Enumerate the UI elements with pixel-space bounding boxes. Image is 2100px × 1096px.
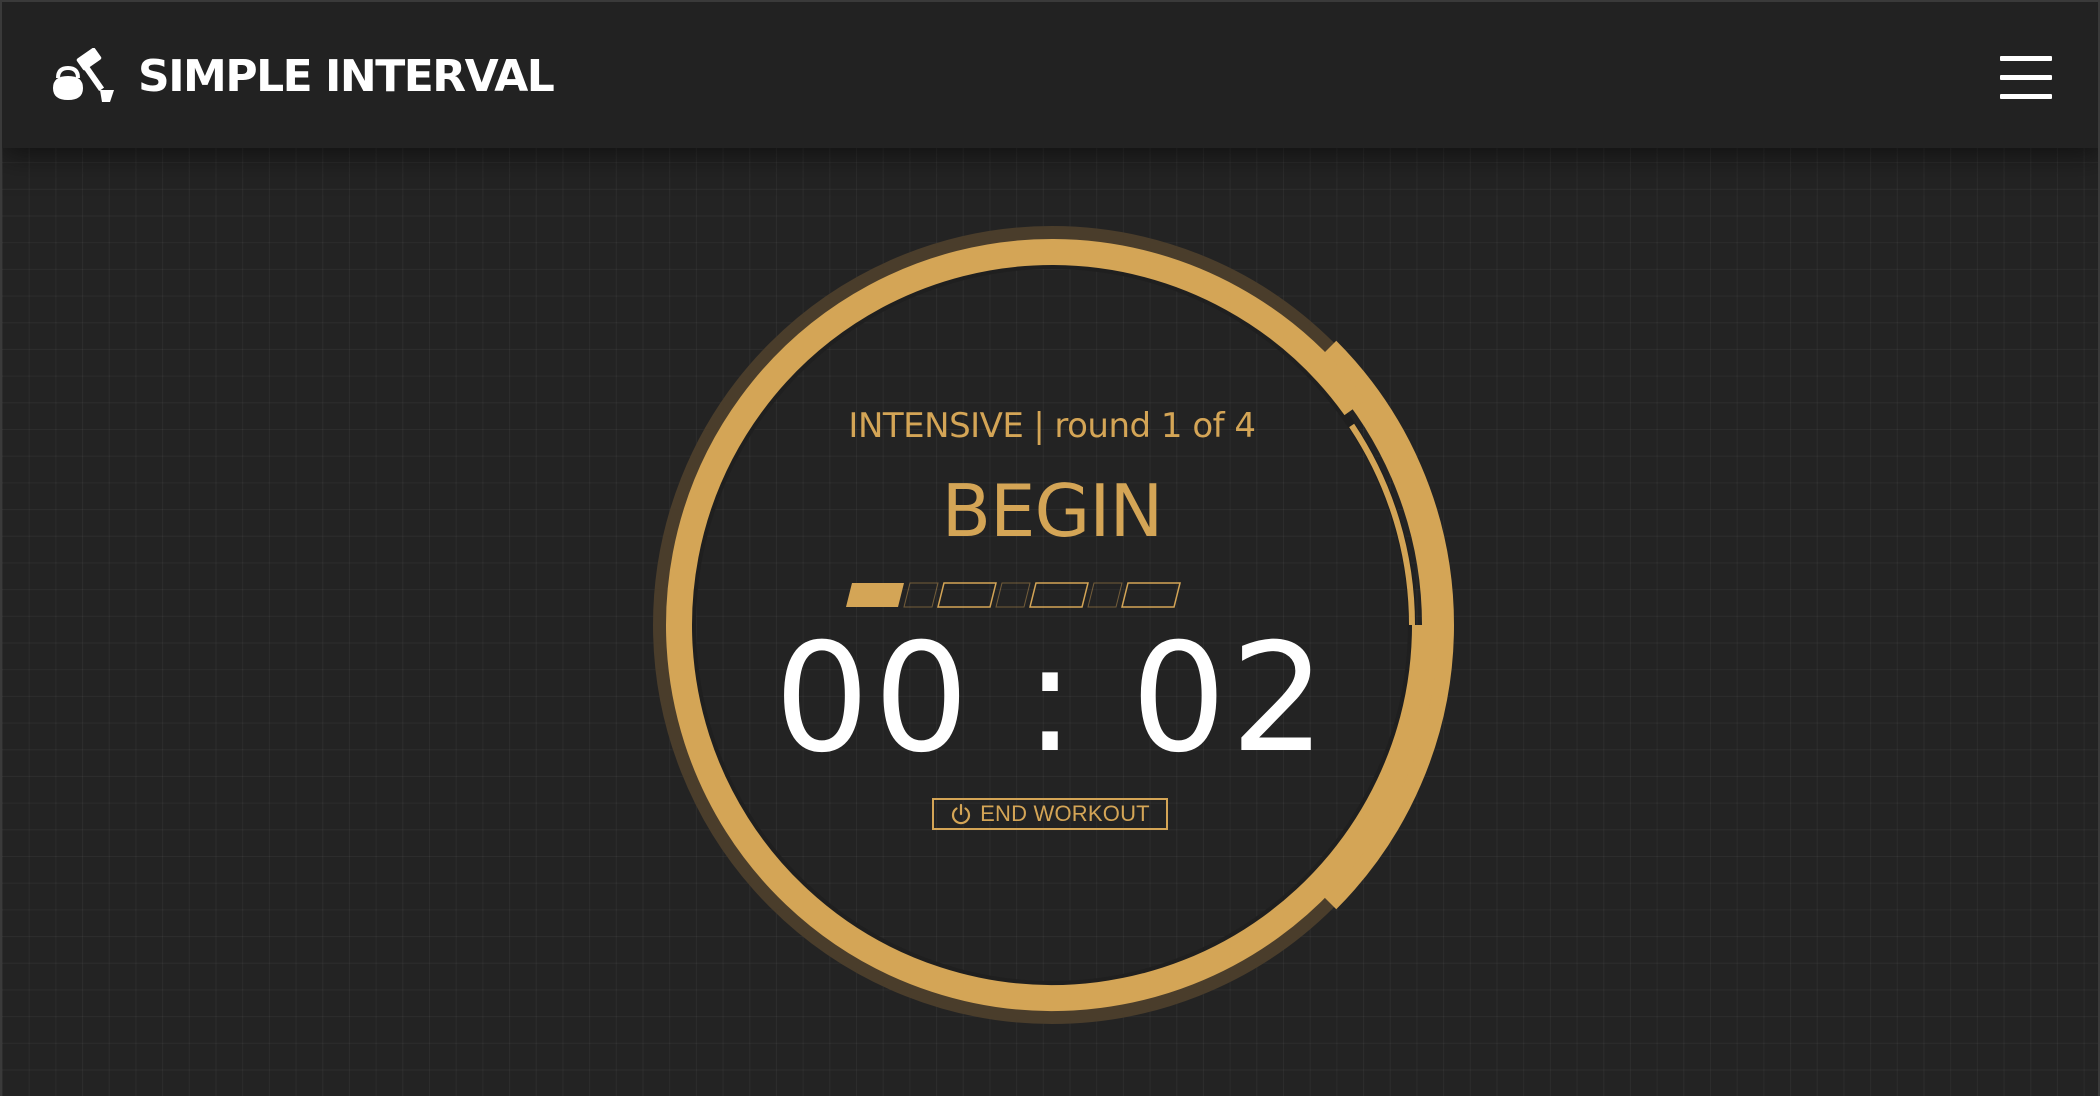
workout-info: INTENSIVE | round 1 of 4 [647, 406, 1457, 446]
app-page: SIMPLE INTERVAL INTENSIVE | round 1 of 4 B… [0, 0, 2100, 1096]
interval-segment [995, 582, 1031, 608]
interval-segment [1121, 582, 1181, 608]
interval-segments [846, 582, 1181, 608]
kettlebell-hammer-icon [53, 48, 114, 102]
info-separator: | [1033, 406, 1045, 446]
program-name: INTENSIVE [848, 406, 1024, 446]
phase-label: BEGIN [941, 469, 1164, 553]
brand-name: SIMPLE INTERVAL [138, 50, 555, 102]
end-workout-button[interactable]: END WORKOUT [932, 798, 1168, 830]
timer-dial: INTENSIVE | round 1 of 4 BEGIN 00 : 02 END… [647, 220, 1457, 1030]
interval-segment [937, 582, 997, 608]
interval-segment [846, 583, 904, 607]
end-workout-label: END WORKOUT [980, 801, 1150, 826]
power-icon [952, 803, 971, 825]
brand-link[interactable]: SIMPLE INTERVAL [50, 44, 555, 108]
hamburger-menu-icon[interactable] [2000, 54, 2052, 102]
top-navbar: SIMPLE INTERVAL [2, 2, 2098, 148]
interval-segment [1029, 582, 1089, 608]
countdown-timer: 00 : 02 [774, 612, 1330, 786]
interval-segment [903, 582, 939, 608]
interval-segment [1087, 582, 1123, 608]
round-counter: round 1 of 4 [1054, 406, 1256, 446]
